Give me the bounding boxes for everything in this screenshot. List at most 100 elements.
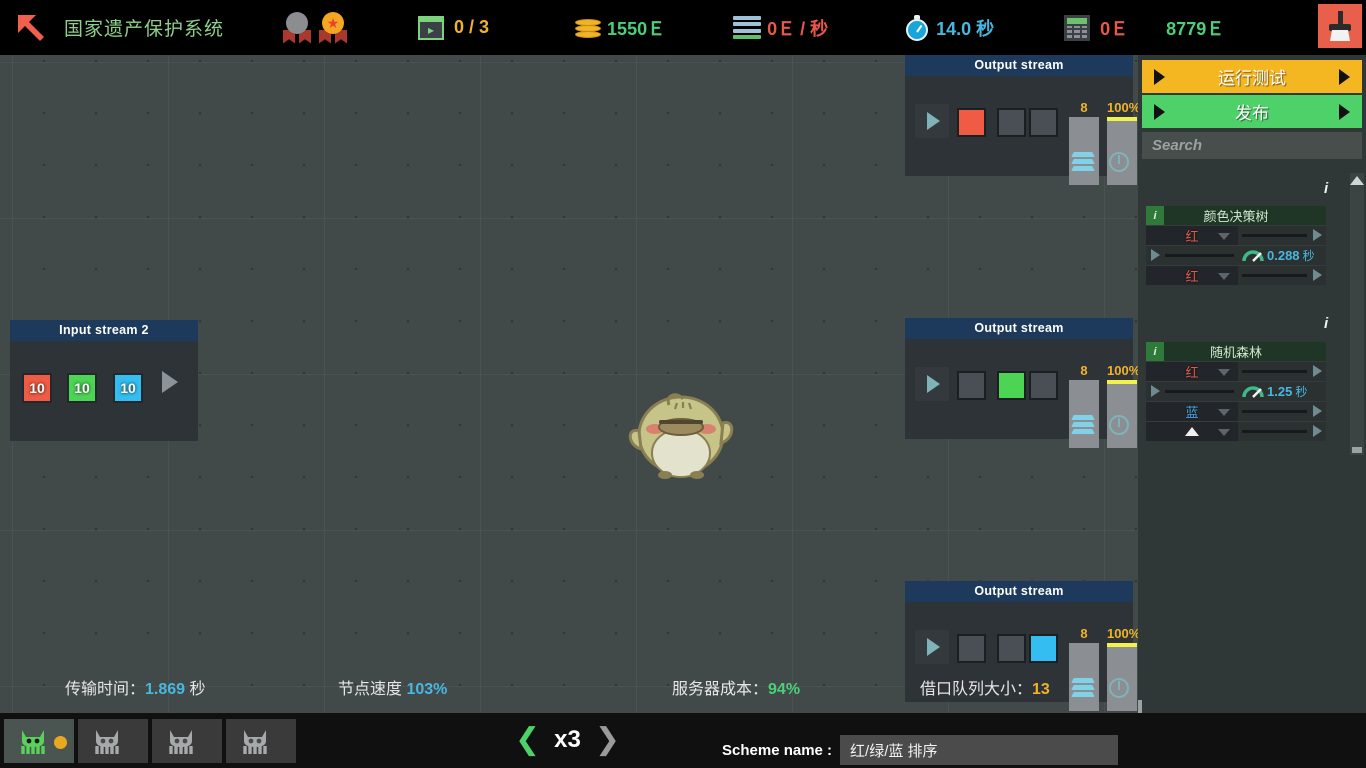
node-canvas[interactable]: Input stream 2 10 10 10 Output stream 8	[0, 55, 1138, 713]
output-count-value: 8	[1080, 626, 1088, 641]
status-label: 传输时间：	[65, 681, 146, 698]
output-cell[interactable]	[997, 108, 1026, 137]
status-server-cost: 服务器成本：94%	[672, 675, 800, 699]
node-card-color-decision-tree[interactable]: i 颜色决策树 红 0.288 秒 红	[1146, 206, 1326, 285]
speed-value: 1.25	[1267, 383, 1293, 399]
node-input-slot[interactable]	[1146, 381, 1238, 401]
status-label: 借口队列大小：	[920, 681, 1033, 698]
publish-label: 发布	[1235, 104, 1269, 123]
target-icon[interactable]	[1109, 415, 1133, 437]
info-icon[interactable]: i	[1146, 342, 1164, 361]
node-output-slot[interactable]	[1238, 225, 1326, 245]
node-output-slot[interactable]	[1238, 401, 1326, 421]
play-icon[interactable]	[915, 367, 949, 401]
speed-value: 0.288	[1267, 247, 1300, 263]
layers-icon[interactable]	[1071, 152, 1095, 174]
status-suffix: 秒	[185, 681, 206, 698]
play-icon[interactable]	[915, 630, 949, 664]
input-token-red[interactable]: 10	[22, 373, 52, 403]
output-cell[interactable]	[1029, 108, 1058, 137]
octocat-icon	[240, 727, 270, 755]
scheme-slot-1[interactable]	[4, 719, 74, 763]
node-card-random-forest[interactable]: i 随机森林 红 1.25 秒 蓝	[1146, 342, 1326, 441]
input-token-green[interactable]: 10	[67, 373, 97, 403]
play-icon[interactable]	[1146, 249, 1160, 261]
play-icon[interactable]	[1313, 229, 1326, 241]
node-color-dropdown[interactable]: 红	[1146, 265, 1238, 285]
sidebar-scrollbar[interactable]	[1350, 173, 1364, 455]
clean-broom-button[interactable]	[1318, 4, 1362, 48]
node-input-slot[interactable]	[1146, 245, 1238, 265]
input-stream-panel[interactable]: Input stream 2 10 10 10	[10, 320, 198, 441]
node-card-header: i 颜色决策树	[1146, 206, 1326, 225]
node-row: 红	[1146, 265, 1326, 285]
speed-selector: ❮ x3 ❯	[515, 725, 620, 755]
calculator-icon	[1064, 14, 1091, 41]
status-transfer-time: 传输时间：1.869 秒	[65, 675, 206, 699]
node-row: 0.288 秒	[1146, 245, 1326, 265]
play-icon[interactable]	[1313, 425, 1326, 437]
node-color-dropdown[interactable]: 蓝	[1146, 401, 1238, 421]
wire	[1242, 409, 1307, 413]
stat-income: 0Ｅ / 秒	[733, 15, 828, 41]
output-cell[interactable]	[957, 634, 986, 663]
wire	[1242, 429, 1307, 433]
octocat-icon	[18, 727, 48, 755]
node-output-slot[interactable]	[1238, 265, 1326, 285]
output-cell[interactable]	[1029, 634, 1058, 663]
scrollbar-thumb[interactable]	[1352, 447, 1362, 453]
output-stream-panel-2[interactable]: Output stream 8 100%	[905, 318, 1138, 448]
chevron-left-icon[interactable]: ❮	[515, 725, 540, 755]
run-test-label: 运行测试	[1218, 69, 1286, 88]
triangle-up-icon	[1185, 427, 1199, 436]
node-row: 蓝	[1146, 401, 1326, 421]
output-cell[interactable]	[957, 371, 986, 400]
stat-time: 14.0 秒	[904, 14, 994, 41]
dropdown-value: 红	[1185, 228, 1199, 244]
wire	[1242, 273, 1307, 277]
scheme-slot-2[interactable]	[78, 719, 148, 763]
node-row	[1146, 421, 1326, 441]
input-token-blue[interactable]: 10	[113, 373, 143, 403]
node-color-dropdown[interactable]: 红	[1146, 225, 1238, 245]
speed-unit: 秒	[1295, 384, 1308, 399]
dropdown-value: 红	[1185, 364, 1199, 380]
output-cell[interactable]	[997, 371, 1026, 400]
play-icon[interactable]	[1146, 385, 1160, 397]
speed-multiplier-value: x3	[554, 726, 581, 753]
output-stream-panel-1[interactable]: Output stream 8 100%	[905, 55, 1138, 185]
node-output-slot[interactable]	[1238, 421, 1326, 441]
info-icon[interactable]: i	[1324, 315, 1328, 332]
info-icon[interactable]: i	[1146, 206, 1164, 225]
node-output-slot[interactable]	[1238, 361, 1326, 381]
game-screen: 国家遗产保护系统 ★ ▸ 0 / 3 1550Ｅ 0Ｅ / 秒 14.0 秒 0…	[0, 0, 1366, 768]
input-stream-body: 10 10 10	[10, 341, 198, 441]
run-test-button[interactable]: 运行测试	[1142, 60, 1362, 93]
output-cell[interactable]	[997, 634, 1026, 663]
play-icon[interactable]	[1313, 405, 1326, 417]
status-value: 1.869	[145, 681, 186, 698]
scheme-slot-4[interactable]	[226, 719, 296, 763]
play-icon[interactable]	[162, 371, 178, 393]
play-icon[interactable]	[1313, 269, 1326, 281]
target-icon[interactable]	[1109, 152, 1133, 174]
octocat-icon	[166, 727, 196, 755]
node-row: 1.25 秒	[1146, 381, 1326, 401]
layers-icon[interactable]	[1071, 415, 1095, 437]
output-cell[interactable]	[1029, 371, 1058, 400]
node-color-dropdown[interactable]: 红	[1146, 361, 1238, 381]
arrow-up-left-icon[interactable]	[14, 11, 48, 45]
bottom-toolbar: ❮ x3 ❯ Scheme name : 红/绿/蓝 排序 九游	[0, 713, 1366, 768]
node-speed: 1.25 秒	[1238, 381, 1326, 401]
chevron-right-icon[interactable]: ❯	[595, 725, 620, 755]
search-input[interactable]: Search	[1142, 132, 1362, 159]
publish-button[interactable]: 发布	[1142, 95, 1362, 128]
scroll-up-icon[interactable]	[1350, 173, 1364, 187]
play-icon[interactable]	[1313, 365, 1326, 377]
info-icon[interactable]: i	[1324, 180, 1328, 197]
output-cell[interactable]	[957, 108, 986, 137]
play-icon[interactable]	[915, 104, 949, 138]
node-sort-dropdown[interactable]	[1146, 421, 1238, 441]
scheme-name-input[interactable]: 红/绿/蓝 排序	[840, 735, 1119, 765]
scheme-slot-3[interactable]	[152, 719, 222, 763]
